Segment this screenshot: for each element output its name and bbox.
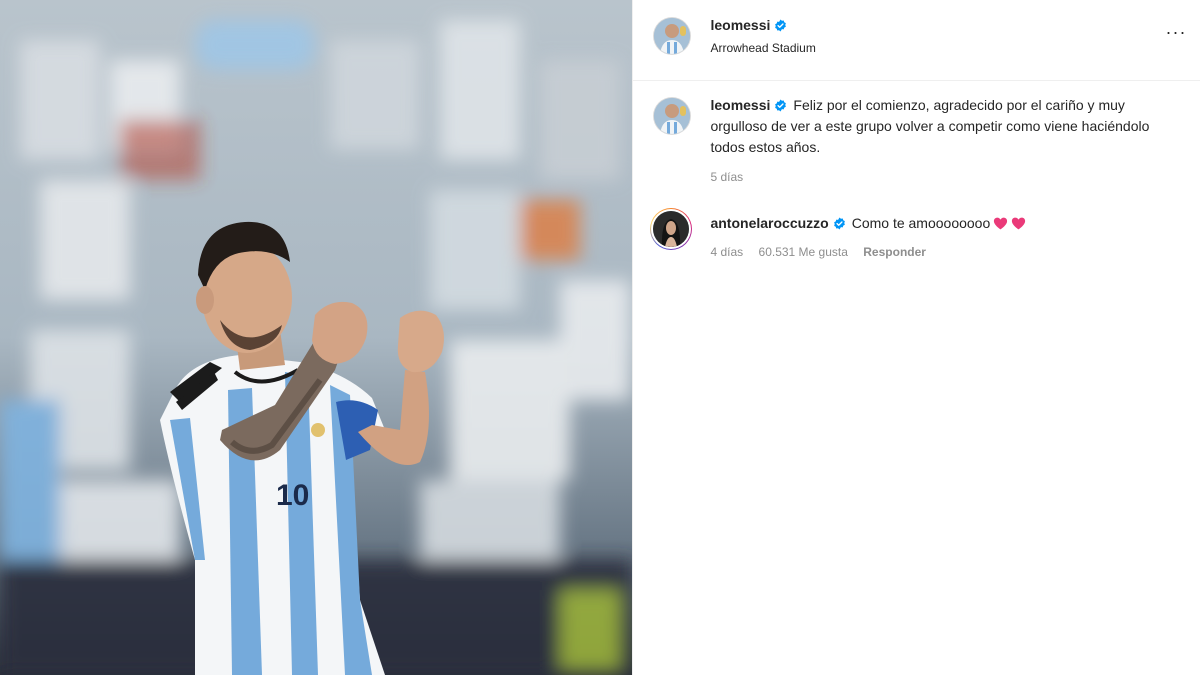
caption-username[interactable]: leomessi xyxy=(710,97,770,113)
author-avatar[interactable] xyxy=(654,18,691,54)
reply-button[interactable]: Responder xyxy=(863,245,926,259)
caption-text-block: leomessi Feliz por el comienzo, agradecid… xyxy=(710,95,1180,158)
comment-text-block: antonelaroccuzzo Como te amoooooooo xyxy=(710,215,1180,231)
caption-timestamp[interactable]: 5 días xyxy=(710,170,743,184)
commenter-avatar-image xyxy=(653,211,690,247)
verified-badge-icon xyxy=(833,217,846,230)
heart-icon xyxy=(993,217,1008,230)
author-avatar-image xyxy=(654,18,691,54)
comment-meta: 4 días 60.531 Me gusta Responder xyxy=(710,245,937,259)
comment-likes[interactable]: 60.531 Me gusta xyxy=(759,245,848,259)
commenter-username[interactable]: antonelaroccuzzo xyxy=(710,215,828,231)
more-options-icon[interactable]: ··· xyxy=(1165,23,1186,41)
caption-author-avatar[interactable] xyxy=(654,98,691,134)
post-side-panel: leomessi Arrowhead Stadium ··· leomessi F… xyxy=(632,0,1200,675)
story-ring[interactable] xyxy=(650,208,693,250)
author-username-row: leomessi xyxy=(710,17,787,35)
svg-text:10: 10 xyxy=(276,479,309,512)
author-username[interactable]: leomessi xyxy=(710,17,770,33)
post-location[interactable]: Arrowhead Stadium xyxy=(710,41,815,55)
post-photo[interactable]: 10 xyxy=(0,0,633,675)
post-header: leomessi Arrowhead Stadium ··· xyxy=(633,0,1200,81)
instagram-post: 10 leomessi Arrowhead Stadium ··· leomes… xyxy=(0,0,1200,675)
verified-badge-icon xyxy=(774,19,787,32)
photo-illustration: 10 xyxy=(0,0,633,675)
comment-timestamp[interactable]: 4 días xyxy=(710,245,743,259)
caption-avatar-image xyxy=(654,98,691,134)
comment-body: Como te amoooooooo xyxy=(851,215,991,231)
commenter-avatar xyxy=(653,211,690,247)
verified-badge-icon xyxy=(774,99,787,112)
heart-icon xyxy=(1011,217,1026,230)
